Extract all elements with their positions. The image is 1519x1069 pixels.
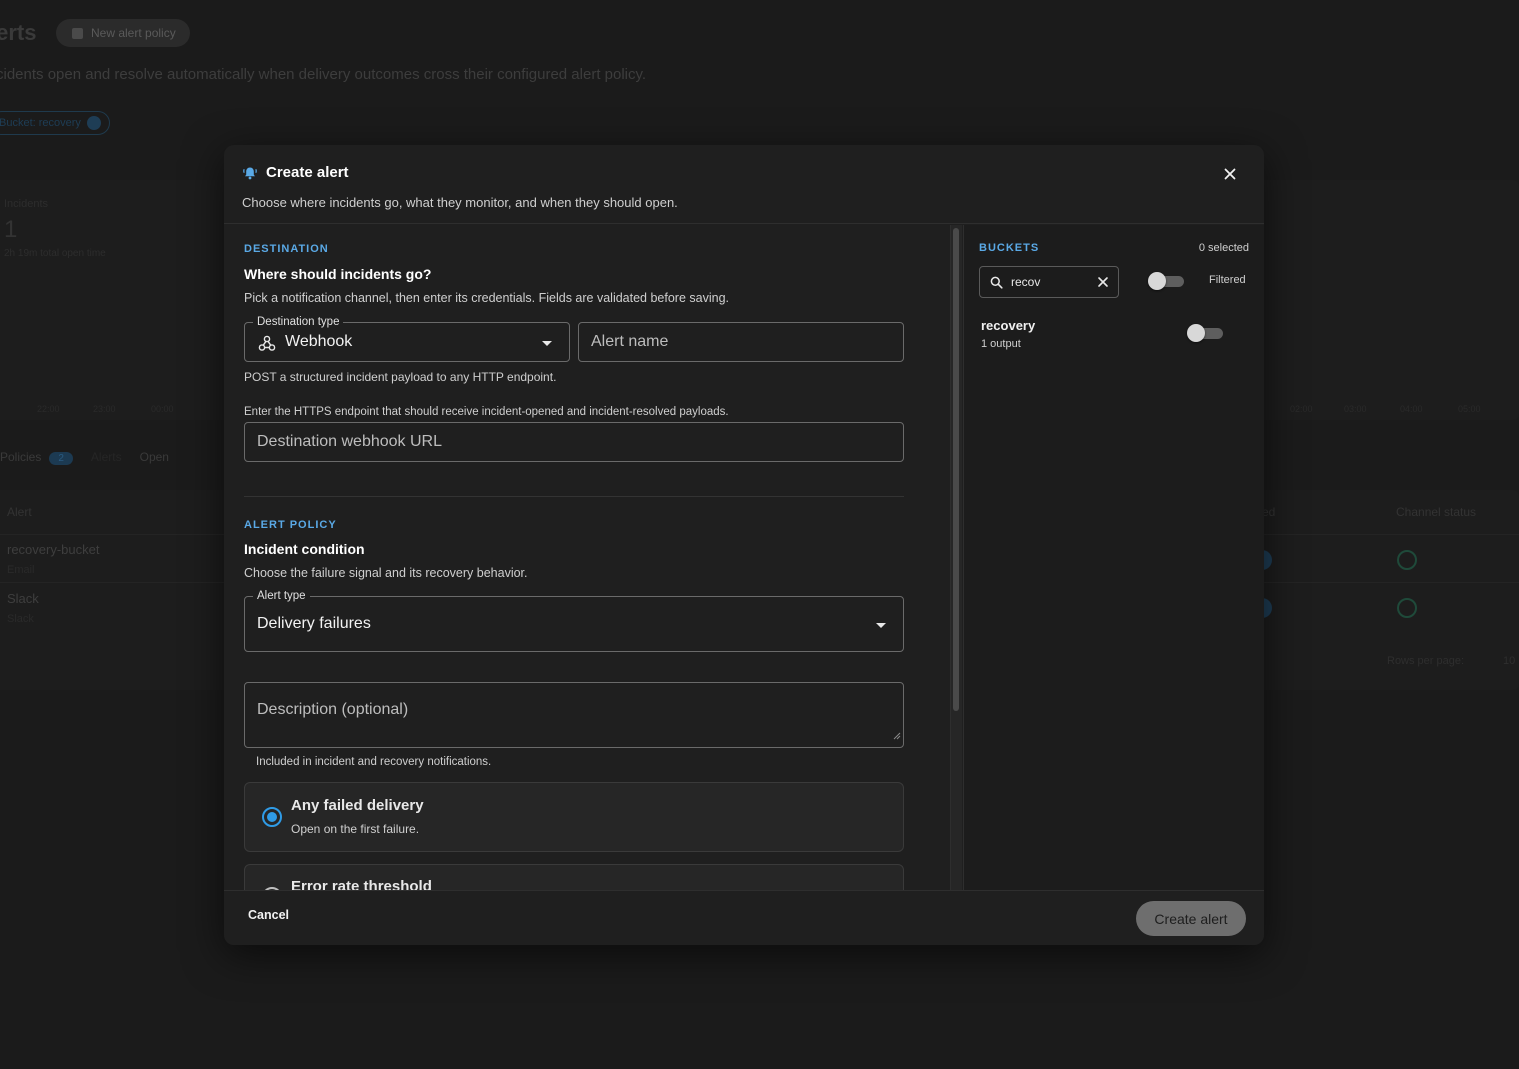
cancel-button[interactable]: Cancel (248, 908, 289, 922)
tab-alerts[interactable]: Alerts (91, 450, 122, 464)
create-alert-button[interactable]: Create alert (1136, 901, 1246, 936)
bucket-item-name: recovery (981, 318, 1036, 333)
option-title: Any failed delivery (291, 797, 424, 814)
chip-remove-icon[interactable] (86, 116, 101, 130)
bell-ringing-icon (242, 165, 258, 181)
filtered-toggle[interactable] (1148, 271, 1184, 291)
option-error-rate-threshold[interactable]: Error rate threshold (244, 864, 904, 890)
alert-form[interactable]: DESTINATION Where should incidents go? P… (224, 225, 950, 890)
option-title: Error rate threshold (291, 878, 432, 890)
incidents-value: 1 (4, 216, 18, 243)
create-alert-dialog: Create alert Choose where incidents go, … (224, 145, 1264, 945)
table-row-sub: Email (7, 564, 35, 576)
description-placeholder: Description (optional) (257, 701, 409, 718)
radio-selected-icon[interactable] (262, 807, 282, 827)
column-header-enabled: ed (1262, 505, 1276, 519)
buckets-label: BUCKETS (979, 242, 1040, 254)
column-header-alert: Alert (7, 505, 32, 519)
alert-policy-description: Choose the failure signal and its recove… (244, 566, 528, 580)
bucket-recovery-toggle[interactable] (1187, 323, 1223, 343)
alert-type-legend: Alert type (253, 590, 310, 602)
dialog-title: Create alert (242, 164, 349, 181)
alert-name-input[interactable]: Alert name (578, 322, 904, 362)
description-textarea[interactable]: Description (optional) (244, 682, 904, 748)
webhook-url-helper: Enter the HTTPS endpoint that should rec… (244, 406, 729, 418)
option-any-failed-delivery[interactable]: Any failed delivery Open on the first fa… (244, 782, 904, 852)
alert-policy-section-label: ALERT POLICY (244, 519, 337, 531)
dialog-description: Choose where incidents go, what they mon… (242, 195, 678, 210)
caret-down-icon (876, 623, 886, 628)
alert-policy-title: Incident condition (244, 541, 365, 557)
tab-policies-label: Policies (0, 450, 42, 464)
policies-count-badge: 2 (49, 452, 73, 465)
close-icon (1224, 168, 1236, 180)
table-row-name: recovery-bucket (7, 542, 100, 557)
bucket-search-value: recov (1011, 275, 1041, 289)
rows-per-page-label: Rows per page: (1387, 655, 1465, 667)
tab-open[interactable]: Open (140, 450, 169, 464)
axis-tick: 05:00 (1458, 404, 1481, 414)
axis-tick: 02:00 (1290, 404, 1313, 414)
page-subtitle: cidents open and resolve automatically w… (0, 66, 647, 83)
dialog-title-text: Create alert (266, 164, 349, 181)
table-row-sub: Slack (7, 613, 34, 625)
check-circle-icon (1397, 550, 1417, 570)
axis-tick: 22:00 (37, 404, 60, 414)
page-title: lerts (0, 20, 37, 45)
alert-name-placeholder: Alert name (591, 333, 669, 350)
bucket-filter-chip-label: Bucket: recovery (0, 117, 81, 129)
resize-handle-icon[interactable] (893, 727, 901, 745)
bucket-filter-chip[interactable]: Bucket: recovery (0, 111, 110, 135)
incidents-sub: 2h 19m total open time (4, 248, 106, 259)
table-row-name: Slack (7, 591, 39, 606)
destination-type-helper: POST a structured incident payload to an… (244, 370, 557, 384)
clear-search-icon[interactable] (1096, 275, 1110, 294)
check-circle-icon (1397, 598, 1417, 618)
destination-type-value: Webhook (285, 333, 353, 350)
dialog-footer: Cancel Create alert (224, 890, 1264, 945)
webhook-url-input[interactable]: Destination webhook URL (244, 422, 904, 462)
plus-icon (72, 27, 83, 39)
axis-tick: 00:00 (151, 404, 174, 414)
caret-down-icon (542, 341, 552, 346)
option-subtitle: Open on the first failure. (291, 822, 420, 836)
close-button[interactable] (1217, 161, 1243, 187)
alert-type-select[interactable]: Alert type Delivery failures (244, 590, 904, 652)
axis-tick: 03:00 (1344, 404, 1367, 414)
bucket-item-sub: 1 output (981, 338, 1021, 350)
axis-tick: 23:00 (93, 404, 116, 414)
section-divider (244, 496, 904, 497)
rows-per-page-select[interactable]: 10 (1503, 655, 1515, 667)
bucket-search-input[interactable]: recov (979, 266, 1119, 298)
column-header-channel-status: Channel status (1396, 505, 1477, 519)
destination-description: Pick a notification channel, then enter … (244, 291, 729, 305)
destination-type-select[interactable]: Destination type Webhook (244, 316, 570, 362)
buckets-selected-count: 0 selected (1198, 242, 1249, 254)
form-scrollbar-thumb[interactable] (953, 228, 959, 711)
webhook-icon (258, 334, 276, 357)
webhook-url-placeholder: Destination webhook URL (257, 433, 442, 450)
dialog-header: Create alert Choose where incidents go, … (224, 145, 1264, 224)
search-icon (990, 276, 1003, 294)
description-helper: Included in incident and recovery notifi… (256, 756, 492, 768)
buckets-panel: BUCKETS 0 selected recov Filtered recove… (963, 225, 1264, 890)
new-alert-policy-button[interactable]: New alert policy (56, 19, 190, 47)
new-alert-policy-label: New alert policy (91, 26, 176, 40)
filtered-label: Filtered (1209, 274, 1246, 286)
destination-type-legend: Destination type (253, 316, 344, 328)
background-tabs: Policies 2 Alerts Open (0, 450, 169, 465)
destination-title: Where should incidents go? (244, 266, 432, 282)
incidents-label: Incidents (4, 198, 49, 210)
destination-section-label: DESTINATION (244, 243, 329, 255)
tab-policies[interactable]: Policies 2 (0, 450, 73, 465)
axis-tick: 04:00 (1400, 404, 1423, 414)
alert-type-value: Delivery failures (257, 615, 371, 632)
